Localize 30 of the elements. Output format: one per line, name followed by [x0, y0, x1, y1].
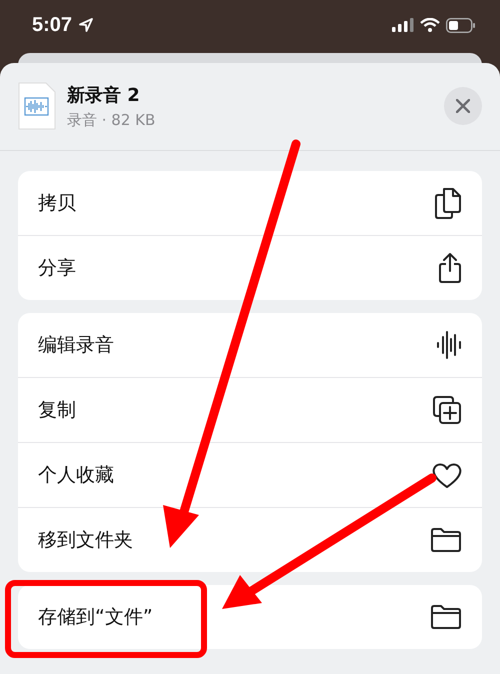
action-label: 个人收藏 — [38, 463, 114, 488]
share-icon — [438, 252, 462, 284]
signal-icon — [392, 18, 414, 32]
action-label: 编辑录音 — [38, 333, 114, 358]
action-item[interactable]: 编辑录音 — [18, 313, 482, 378]
action-label: 分享 — [38, 256, 76, 281]
duplicate-icon — [432, 395, 462, 425]
waveform-icon — [436, 331, 462, 359]
action-label: 移到文件夹 — [38, 528, 133, 553]
audio-file-icon — [18, 82, 56, 130]
wifi-icon — [420, 18, 440, 32]
heart-icon — [432, 462, 462, 488]
action-item[interactable]: 个人收藏 — [18, 443, 482, 508]
battery-icon — [446, 18, 476, 32]
file-title: 新录音 2 — [67, 84, 141, 106]
action-item[interactable]: 移到文件夹 — [18, 508, 482, 572]
file-details: 录音 · 82 KB — [67, 110, 156, 130]
status-time: 5:07 — [32, 14, 72, 36]
action-label: 拷贝 — [38, 191, 76, 216]
close-button[interactable] — [444, 87, 482, 125]
action-label: 复制 — [38, 398, 76, 423]
action-item[interactable]: 分享 — [18, 236, 482, 300]
close-icon — [456, 99, 470, 113]
action-item[interactable]: 复制 — [18, 378, 482, 443]
location-arrow-icon — [78, 17, 94, 33]
folder-icon — [430, 604, 462, 630]
copy-icon — [434, 187, 462, 219]
folder-icon — [430, 527, 462, 553]
action-label: 存储到“文件” — [38, 605, 153, 630]
action-item[interactable]: 拷贝 — [18, 171, 482, 236]
